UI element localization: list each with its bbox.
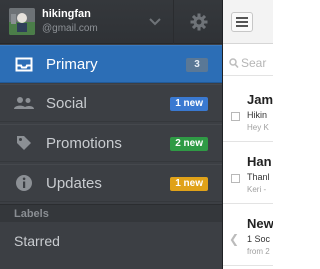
nav-label-primary: Primary [46,56,98,73]
labels-heading: Labels [14,208,49,220]
account-name: hikingfan [42,8,91,20]
avatar-image [9,8,35,35]
mail-sender: Han [247,154,272,169]
header-divider [173,0,174,44]
avatar [9,8,35,35]
select-checkbox[interactable] [231,174,240,183]
new-badge-social: 1 new [170,97,208,111]
mail-snippet: Hey K [247,123,269,132]
search-placeholder: Sear [241,56,267,70]
nav-item-updates[interactable]: Updates 1 new [0,164,222,202]
settings-gear-icon[interactable] [188,11,210,33]
search-icon [229,56,239,74]
new-badge-updates: 1 new [170,177,208,191]
nav-label-promotions: Promotions [46,135,122,152]
people-icon [14,94,34,112]
mail-subject: 1 Soc [247,234,271,244]
nav-item-social[interactable]: Social 1 new [0,84,222,122]
mail-snippet: from 2 [247,247,270,256]
mail-subject: Thanl [247,172,270,182]
tag-icon [14,134,34,152]
list-item[interactable]: Han Thanl Keri - [223,148,273,204]
navigation-drawer: hikingfan @gmail.com Primary 3 Social 1 … [0,0,222,269]
mail-subject: Hikin [247,110,268,120]
select-checkbox[interactable] [231,112,240,121]
account-header[interactable]: hikingfan @gmail.com [0,0,222,44]
nav-label-updates: Updates [46,175,102,192]
list-item[interactable]: New ❮ 1 Soc from 2 [223,210,273,266]
chevron-left-icon: ❮ [229,232,240,246]
nav-label-social: Social [46,95,87,112]
unread-count-badge: 3 [186,58,208,72]
search-bar[interactable]: Sear [223,50,273,76]
new-badge-promotions: 2 new [170,137,208,151]
label-item-starred[interactable]: Starred [14,233,60,249]
info-icon [14,174,34,192]
mail-sender: Jam [247,92,273,107]
nav-item-primary[interactable]: Primary 3 [0,45,222,83]
account-email: @gmail.com [42,23,98,34]
inbox-icon [14,55,34,73]
nav-item-promotions[interactable]: Promotions 2 new [0,124,222,162]
menu-button[interactable] [231,12,253,32]
hamburger-menu-icon [236,17,248,27]
labels-section-header: Labels [0,204,222,222]
inbox-panel: Sear Jam Hikin Hey K Han Thanl Keri - Ne… [222,0,273,269]
inbox-toolbar [223,0,273,44]
list-item[interactable]: Jam Hikin Hey K [223,86,273,142]
mail-snippet: Keri - [247,185,267,194]
account-switcher-chevron-icon[interactable] [143,10,167,34]
mail-sender: New [247,216,273,231]
